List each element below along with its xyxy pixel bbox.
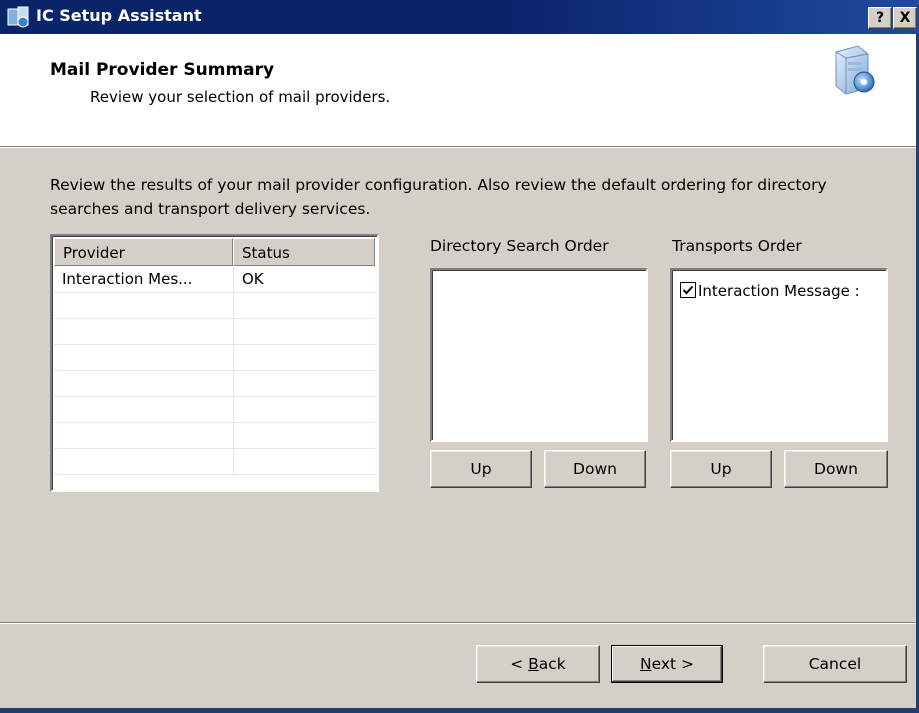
help-button[interactable]: ? — [868, 7, 892, 29]
page-subtitle: Review your selection of mail providers. — [90, 88, 391, 106]
transport-checkbox[interactable] — [680, 282, 696, 298]
provider-cell: Interaction Mes... — [62, 270, 193, 288]
status-cell-empty — [233, 319, 375, 344]
wizard-icon — [835, 45, 875, 95]
status-cell-empty — [233, 293, 375, 318]
transport-item-label: Interaction Message : — [698, 282, 860, 300]
page-title: Mail Provider Summary — [50, 60, 275, 80]
column-header-status[interactable]: Status — [233, 238, 375, 266]
provider-table[interactable]: Provider Status Interaction Mes... OK — [50, 234, 379, 492]
table-row[interactable]: Interaction Mes... OK — [54, 267, 375, 293]
status-cell-empty — [233, 345, 375, 370]
table-row-empty — [54, 449, 375, 475]
transports-up-button[interactable]: Up — [670, 450, 772, 488]
directory-search-list[interactable] — [430, 268, 648, 442]
table-row-empty — [54, 397, 375, 423]
transports-down-button[interactable]: Down — [784, 450, 888, 488]
status-cell-empty — [233, 423, 375, 448]
status-cell-empty — [233, 371, 375, 396]
window-title: IC Setup Assistant — [36, 6, 202, 25]
status-cell-empty — [233, 397, 375, 422]
intro-text: Review the results of your mail provider… — [50, 176, 827, 218]
footer-divider-highlight — [0, 623, 919, 624]
setup-assistant-window: IC Setup Assistant ? X Mail Provider Sum… — [0, 0, 919, 713]
transports-order-label: Transports Order — [672, 237, 802, 255]
table-row-empty — [54, 423, 375, 449]
column-header-provider[interactable]: Provider — [54, 238, 233, 266]
header-divider — [0, 147, 919, 148]
table-row-empty — [54, 371, 375, 397]
back-mnemonic: B — [528, 655, 539, 673]
close-button[interactable]: X — [893, 7, 917, 29]
transport-item[interactable]: Interaction Message : — [680, 280, 860, 302]
back-button[interactable]: < Back — [476, 645, 600, 683]
transports-list[interactable]: Interaction Message : — [670, 268, 888, 442]
status-cell: OK — [233, 267, 375, 292]
table-row-empty — [54, 293, 375, 319]
status-cell-empty — [233, 449, 375, 474]
next-mnemonic: N — [639, 655, 652, 673]
directory-up-button[interactable]: Up — [430, 450, 532, 488]
next-button[interactable]: Next > — [611, 645, 723, 683]
checkmark-icon — [682, 285, 694, 295]
table-row-empty — [54, 319, 375, 345]
back-prefix: < — [510, 655, 529, 673]
cancel-button[interactable]: Cancel — [763, 645, 907, 683]
back-rest: ack — [538, 655, 566, 673]
window-edge-bottom — [0, 708, 919, 713]
table-row-empty — [54, 345, 375, 371]
directory-down-button[interactable]: Down — [544, 450, 646, 488]
directory-search-label: Directory Search Order — [430, 237, 609, 255]
app-icon — [7, 6, 29, 28]
next-rest: ext > — [651, 655, 695, 673]
title-bar[interactable]: IC Setup Assistant ? X — [0, 0, 919, 34]
